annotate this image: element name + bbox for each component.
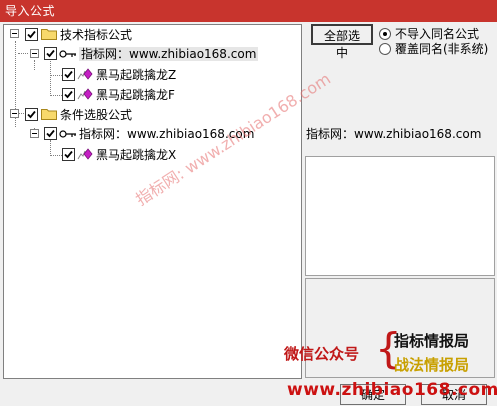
- radio-overwrite[interactable]: [379, 43, 391, 55]
- formula-checkbox[interactable]: [62, 148, 75, 161]
- group-checkbox-indicators[interactable]: [25, 28, 38, 41]
- select-all-button[interactable]: 全部选中: [311, 24, 373, 60]
- tree-connector: [50, 155, 62, 156]
- radio-overwrite-label[interactable]: 覆盖同名(非系统): [395, 42, 488, 56]
- window-titlebar: 导入公式: [0, 0, 497, 22]
- tree-connector: [50, 140, 51, 156]
- group-label-screening[interactable]: 条件选股公式: [60, 108, 132, 122]
- collapse-icon[interactable]: [10, 109, 19, 118]
- source-label-screening[interactable]: 指标网：www.zhibiao168.com: [79, 127, 254, 141]
- source-label-indicators[interactable]: 指标网：www.zhibiao168.com: [79, 47, 259, 61]
- radio-no-import-label[interactable]: 不导入同名公式: [395, 27, 479, 41]
- source-checkbox-indicators[interactable]: [44, 47, 57, 60]
- group-label-indicators[interactable]: 技术指标公式: [60, 28, 132, 42]
- radio-no-import[interactable]: [379, 28, 391, 40]
- key-icon: [59, 130, 76, 138]
- collapse-icon[interactable]: [10, 29, 19, 38]
- formula-checkbox[interactable]: [62, 68, 75, 81]
- promo-line-2: 战法情报局: [394, 356, 470, 374]
- window-title: 导入公式: [5, 4, 56, 18]
- wechat-watermark: 微信公众号: [284, 345, 360, 363]
- tree-connector: [50, 75, 62, 76]
- source-info-label: 指标网：www.zhibiao168.com: [306, 127, 482, 141]
- formula-label[interactable]: 黑马起跳擒龙X: [96, 148, 176, 162]
- description-box[interactable]: [305, 156, 495, 276]
- formula-icon: [77, 68, 93, 80]
- folder-icon: [41, 109, 57, 120]
- source-checkbox-screening[interactable]: [44, 127, 57, 140]
- tree-connector: [50, 95, 62, 96]
- site-watermark: www.zhibiao168.com: [287, 380, 497, 400]
- formula-tree[interactable]: 技术指标公式 指标网：www.zhibiao168.com 黑马起跳擒龙Z 黑马…: [3, 24, 302, 379]
- tree-connector: [50, 61, 51, 96]
- group-checkbox-screening[interactable]: [25, 108, 38, 121]
- tree-connector: [34, 60, 35, 70]
- formula-label[interactable]: 黑马起跳擒龙Z: [96, 68, 176, 82]
- promo-line-1: 指标情报局: [394, 332, 470, 350]
- collapse-icon[interactable]: [30, 49, 39, 58]
- formula-icon: [77, 88, 93, 100]
- collapse-icon[interactable]: [30, 129, 39, 138]
- formula-icon: [77, 148, 93, 160]
- tree-connector: [18, 53, 28, 54]
- key-icon: [59, 50, 76, 58]
- folder-icon: [41, 29, 57, 40]
- formula-label[interactable]: 黑马起跳擒龙F: [96, 88, 175, 102]
- formula-checkbox[interactable]: [62, 88, 75, 101]
